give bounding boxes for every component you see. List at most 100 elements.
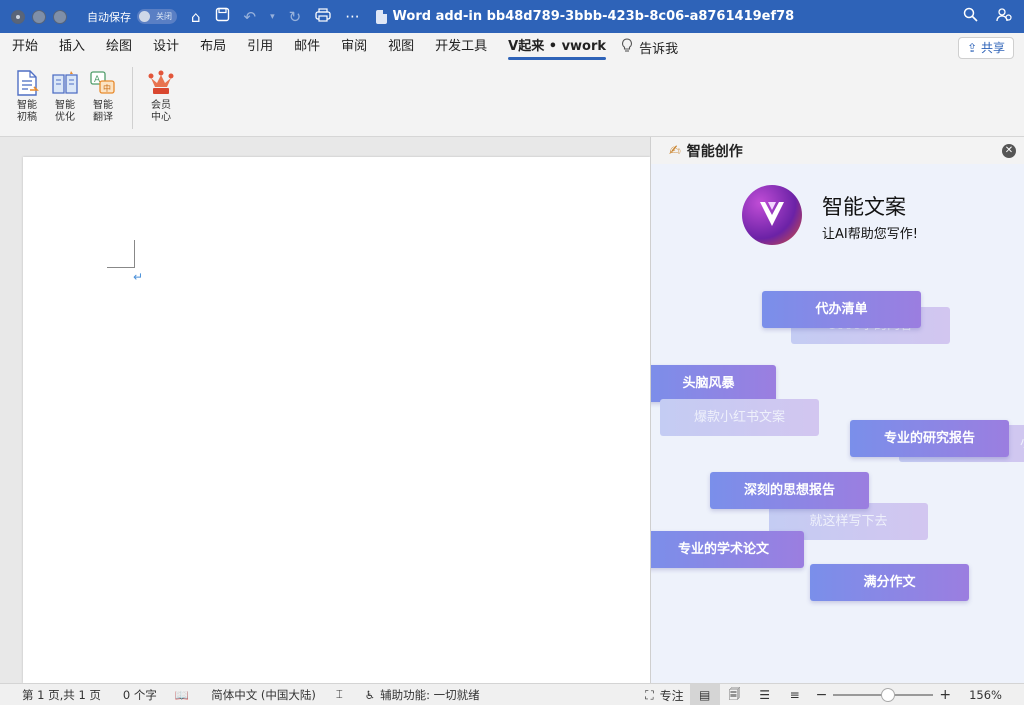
- chip-research-report[interactable]: 专业的研究报告: [850, 420, 1009, 457]
- chip-todo-list[interactable]: 代办清单: [762, 291, 921, 328]
- web-layout-button[interactable]: 🗐: [720, 684, 750, 705]
- tab-view[interactable]: 视图: [388, 33, 414, 61]
- document-page[interactable]: ↵: [23, 157, 650, 683]
- ribbon: 智能 初稿 智能 优化 A中 智能 翻译 会员 中心: [0, 61, 1024, 137]
- autosave-state: 关闭: [156, 12, 172, 21]
- share-button[interactable]: ⇪ 共享: [958, 37, 1014, 59]
- quick-access-toolbar: ⌂ ↶ ▾ ↻ ···: [191, 7, 360, 26]
- member-center-label-2: 中心: [151, 112, 171, 123]
- home-icon[interactable]: ⌂: [191, 8, 201, 26]
- print-layout-button[interactable]: ▤: [689, 684, 720, 705]
- close-icon[interactable]: ✕: [1002, 144, 1016, 158]
- crown-icon: [147, 69, 175, 97]
- outline-button[interactable]: ☰: [750, 684, 780, 705]
- language[interactable]: 简体中文 (中国大陆): [211, 687, 316, 703]
- titlebar-right: [963, 7, 1012, 26]
- text-predictions[interactable]: ⌶: [336, 687, 343, 702]
- smart-optimize-label-1: 智能: [55, 100, 75, 111]
- smart-optimize-button[interactable]: 智能 优化: [48, 69, 82, 124]
- tab-draw[interactable]: 绘图: [106, 33, 132, 61]
- pane-title: 智能创作: [686, 143, 743, 160]
- chip-full-mark-essay[interactable]: 满分作文: [810, 564, 969, 601]
- account-icon[interactable]: [996, 7, 1012, 26]
- lightbulb-icon: [621, 37, 633, 57]
- document-title: Word add-in bb48d789-3bbb-423b-8c06-a876…: [375, 9, 795, 24]
- chevron-down-icon[interactable]: ▾: [270, 12, 275, 22]
- document-title-text: Word add-in bb48d789-3bbb-423b-8c06-a876…: [392, 9, 795, 24]
- hero-subtitle: 让AI帮助您写作!: [822, 227, 918, 242]
- accessibility-icon: ♿: [364, 687, 376, 702]
- smart-optimize-label-2: 优化: [55, 112, 75, 123]
- focus-mode-button[interactable]: ⛶ 专注: [639, 684, 689, 705]
- book-check-icon: 📖: [174, 687, 190, 702]
- document-icon: [375, 9, 387, 24]
- tab-layout[interactable]: 布局: [200, 33, 226, 61]
- zoom-slider[interactable]: [833, 688, 934, 702]
- tell-me-label: 告诉我: [639, 41, 679, 57]
- optimize-book-icon: [51, 69, 79, 97]
- zoom-slider-handle[interactable]: [881, 688, 896, 702]
- accessibility-label: 辅助功能: 一切就绪: [380, 687, 480, 702]
- tell-me[interactable]: 告诉我: [621, 37, 679, 57]
- draft-button[interactable]: ≡: [780, 684, 810, 705]
- smart-translate-button[interactable]: A中 智能 翻译: [86, 69, 120, 124]
- proofing[interactable]: 📖: [175, 688, 189, 702]
- smart-draft-label-2: 初稿: [17, 112, 37, 123]
- tab-mailings[interactable]: 邮件: [294, 33, 320, 61]
- draft-icon: ≡: [789, 688, 800, 702]
- smart-translate-label-1: 智能: [93, 100, 113, 111]
- redo-icon[interactable]: ↻: [289, 8, 302, 26]
- ribbon-tabs: 开始 插入 绘图 设计 布局 引用 邮件 审阅 视图 开发工具 V起来 • vw…: [0, 33, 1024, 61]
- autosave-label: 自动保存: [87, 10, 131, 24]
- search-icon[interactable]: [963, 7, 978, 26]
- tab-design[interactable]: 设计: [153, 33, 179, 61]
- zoom-level[interactable]: 156%: [969, 688, 1002, 702]
- smart-draft-button[interactable]: 智能 初稿: [10, 69, 44, 124]
- minimize-window-button[interactable]: [32, 9, 46, 24]
- writing-hand-icon: ✍: [669, 142, 681, 159]
- app-logo: [742, 185, 802, 245]
- close-window-button[interactable]: [11, 9, 25, 24]
- print-layout-icon: ▤: [698, 688, 711, 702]
- logo-v-icon: [760, 202, 784, 226]
- undo-icon[interactable]: ↶: [244, 8, 257, 26]
- title-bar: 自动保存 关闭 ⌂ ↶ ▾ ↻ ··· Word add-in bb48d789…: [0, 0, 1024, 33]
- margin-corner-mark: [107, 240, 135, 268]
- translate-icon: A中: [89, 69, 117, 97]
- tab-home[interactable]: 开始: [12, 33, 38, 61]
- share-icon: ⇪: [967, 41, 978, 55]
- smart-draft-label-1: 智能: [17, 100, 37, 111]
- smart-create-pane: ✍ 智能创作 ✕ 智能文案 让AI帮助您写作! 1000字的内容 代办清单 头脑…: [650, 137, 1024, 683]
- more-icon[interactable]: ···: [345, 8, 359, 26]
- save-icon[interactable]: [215, 7, 230, 26]
- autosave: 自动保存 关闭: [87, 9, 177, 25]
- chip-xiaohongshu[interactable]: 爆款小红书文案: [660, 399, 819, 436]
- chip-academic-paper[interactable]: 专业的学术论文: [651, 531, 804, 568]
- tab-references[interactable]: 引用: [247, 33, 273, 61]
- member-center-button[interactable]: 会员 中心: [144, 69, 178, 124]
- chip-thought-report[interactable]: 深刻的思想报告: [710, 472, 869, 509]
- zoom-out-button[interactable]: −: [816, 687, 828, 703]
- ribbon-separator: [132, 67, 133, 129]
- zoom-window-button[interactable]: [53, 9, 67, 24]
- print-icon[interactable]: [315, 7, 331, 26]
- tab-developer[interactable]: 开发工具: [435, 33, 487, 61]
- svg-text:中: 中: [103, 83, 111, 93]
- member-center-label-1: 会员: [151, 100, 171, 111]
- paragraph-mark-icon: ↵: [133, 270, 144, 284]
- tab-insert[interactable]: 插入: [59, 33, 85, 61]
- focus-label: 专注: [659, 688, 684, 703]
- autosave-toggle[interactable]: 关闭: [137, 9, 177, 24]
- zoom-in-button[interactable]: +: [939, 687, 951, 703]
- window-controls: [11, 9, 67, 24]
- tab-vwork[interactable]: V起来 • vwork: [508, 33, 606, 61]
- status-right: ⛶ 专注 ▤ 🗐 ☰ ≡ − + 156%: [639, 684, 1024, 705]
- smart-translate-label-2: 翻译: [93, 112, 113, 123]
- tab-review[interactable]: 审阅: [341, 33, 367, 61]
- accessibility[interactable]: ♿ 辅助功能: 一切就绪: [365, 687, 480, 703]
- chip-brainstorm[interactable]: 头脑风暴: [651, 365, 776, 402]
- hero-title: 智能文案: [822, 195, 906, 219]
- word-count[interactable]: 0 个字: [123, 687, 157, 703]
- page-count[interactable]: 第 1 页,共 1 页: [22, 687, 101, 703]
- share-label: 共享: [980, 41, 1005, 55]
